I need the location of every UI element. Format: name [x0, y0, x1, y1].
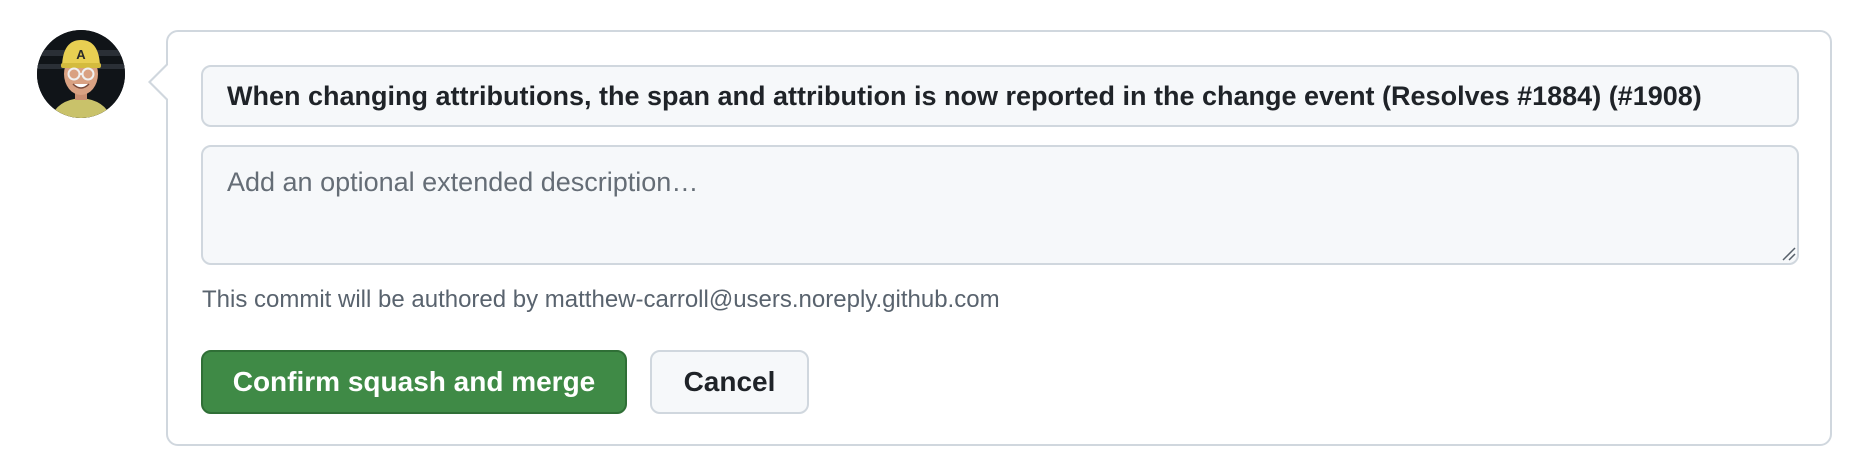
commit-description-textarea[interactable]	[201, 145, 1799, 265]
cancel-button[interactable]: Cancel	[650, 350, 809, 414]
merge-form-panel: This commit will be authored by matthew-…	[148, 30, 1832, 446]
svg-text:A: A	[76, 47, 86, 62]
commit-title-input[interactable]	[201, 65, 1799, 127]
commit-author-note: This commit will be authored by matthew-…	[202, 286, 1000, 313]
avatar-person-icon: A	[37, 30, 125, 118]
resize-handle-icon[interactable]	[1782, 247, 1796, 261]
user-avatar[interactable]: A	[37, 30, 125, 118]
panel-caret-fill	[151, 64, 169, 100]
confirm-squash-merge-button[interactable]: Confirm squash and merge	[201, 350, 627, 414]
